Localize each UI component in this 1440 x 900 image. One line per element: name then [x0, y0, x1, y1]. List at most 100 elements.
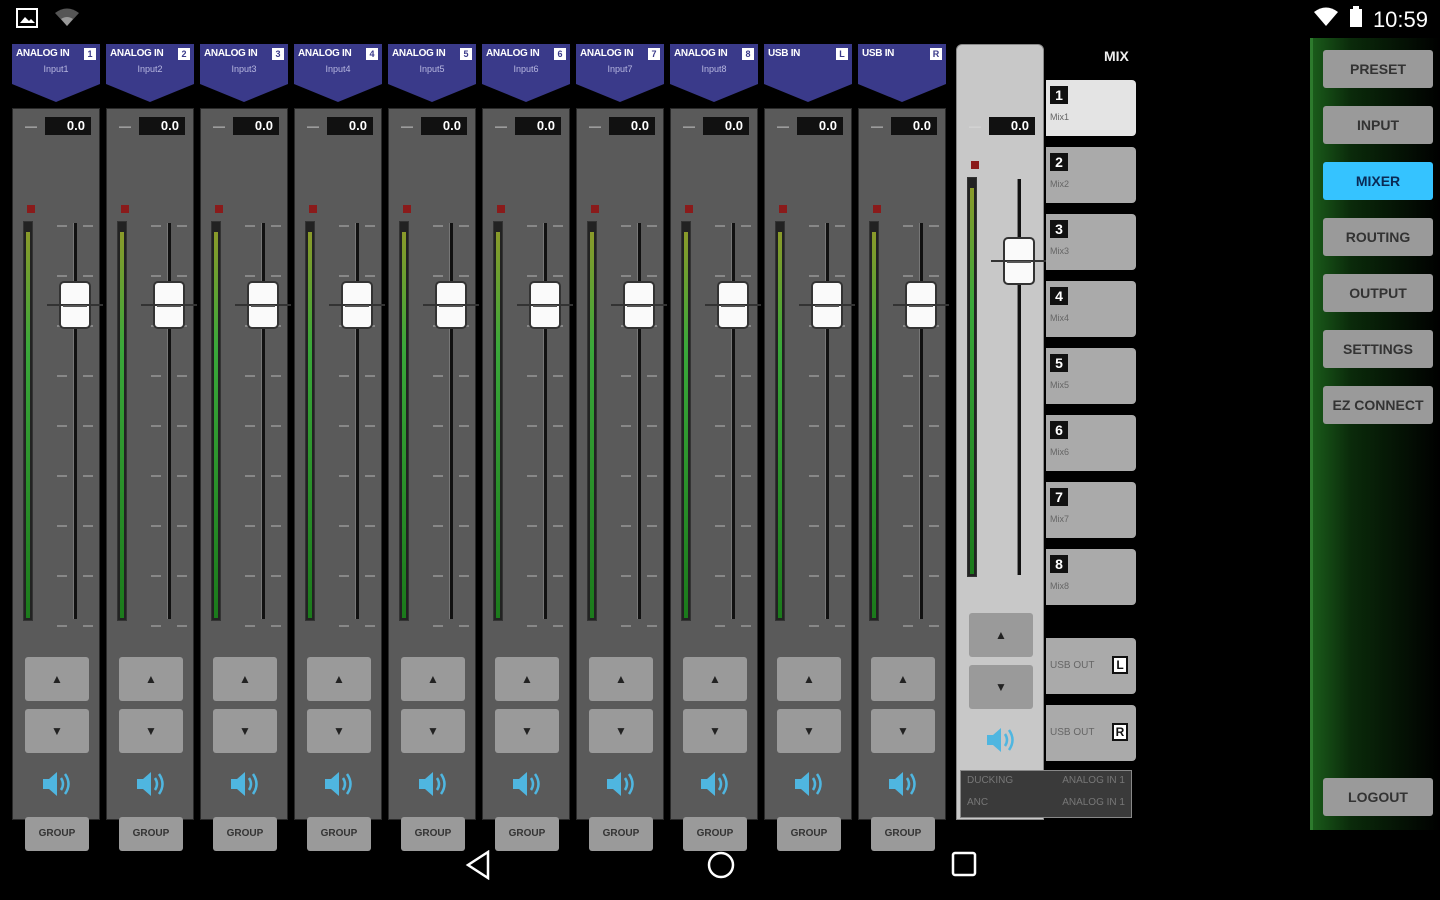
- speaker-icon[interactable]: [321, 769, 357, 799]
- channel-up-button[interactable]: ▲: [307, 657, 371, 701]
- channel-fader[interactable]: [893, 281, 949, 329]
- channel-down-button[interactable]: ▼: [777, 709, 841, 753]
- channel-fader[interactable]: [141, 281, 197, 329]
- channel-down-button[interactable]: ▼: [25, 709, 89, 753]
- channel-tag[interactable]: ANALOG IN 8 Input8: [670, 44, 758, 104]
- channel-fader[interactable]: [517, 281, 573, 329]
- channel-level-value[interactable]: 0.0: [45, 117, 91, 135]
- speaker-icon[interactable]: [39, 769, 75, 799]
- mix-number: 4: [1050, 287, 1068, 305]
- channel-down-button[interactable]: ▼: [495, 709, 559, 753]
- nav-settings-button[interactable]: SETTINGS: [1323, 330, 1433, 368]
- channel-strip: ANALOG IN 4 Input4 — 0.0 ▲ ▼ GROUP: [294, 44, 385, 851]
- master-fader[interactable]: [991, 237, 1047, 285]
- channel-up-button[interactable]: ▲: [213, 657, 277, 701]
- channel-up-button[interactable]: ▲: [683, 657, 747, 701]
- channel-up-button[interactable]: ▲: [119, 657, 183, 701]
- ducking-anc-panel[interactable]: DUCKING ANALOG IN 1 ANC ANALOG IN 1: [960, 770, 1132, 818]
- channel-tag[interactable]: ANALOG IN 3 Input3: [200, 44, 288, 104]
- mix-item[interactable]: 7 Mix7: [1046, 482, 1136, 538]
- channel-tag[interactable]: ANALOG IN 7 Input7: [576, 44, 664, 104]
- usb-out-item[interactable]: USB OUT L: [1046, 638, 1136, 694]
- channel-tag[interactable]: ANALOG IN 5 Input5: [388, 44, 476, 104]
- master-level-value[interactable]: 0.0: [989, 117, 1035, 135]
- status-bar: 10:59: [0, 0, 1440, 40]
- speaker-icon[interactable]: [983, 725, 1019, 755]
- mix-item[interactable]: 6 Mix6: [1046, 415, 1136, 471]
- channel-number: L: [836, 48, 848, 60]
- channel-tag[interactable]: ANALOG IN 2 Input2: [106, 44, 194, 104]
- channel-tag[interactable]: ANALOG IN 6 Input6: [482, 44, 570, 104]
- speaker-icon[interactable]: [697, 769, 733, 799]
- usb-out-label: USB OUT: [1050, 660, 1095, 671]
- mix-label: Mix2: [1050, 179, 1070, 189]
- mix-item[interactable]: 2 Mix2: [1046, 147, 1136, 203]
- channel-fader[interactable]: [235, 281, 291, 329]
- clip-indicator: [971, 161, 979, 169]
- channel-level-value[interactable]: 0.0: [421, 117, 467, 135]
- channel-down-button[interactable]: ▼: [401, 709, 465, 753]
- usb-out-channel: L: [1112, 656, 1128, 674]
- channel-down-button[interactable]: ▼: [119, 709, 183, 753]
- channel-up-button[interactable]: ▲: [401, 657, 465, 701]
- speaker-icon[interactable]: [227, 769, 263, 799]
- channel-level-meter: [493, 221, 503, 621]
- channel-level-value[interactable]: 0.0: [515, 117, 561, 135]
- recents-icon[interactable]: [950, 850, 978, 883]
- logout-button[interactable]: LOGOUT: [1323, 778, 1433, 816]
- speaker-icon[interactable]: [509, 769, 545, 799]
- clip-indicator: [779, 205, 787, 213]
- nav-routing-button[interactable]: ROUTING: [1323, 218, 1433, 256]
- channel-down-button[interactable]: ▼: [589, 709, 653, 753]
- channel-level-value[interactable]: 0.0: [891, 117, 937, 135]
- back-icon[interactable]: [464, 849, 492, 885]
- channel-fader[interactable]: [799, 281, 855, 329]
- mix-item[interactable]: 5 Mix5: [1046, 348, 1136, 404]
- master-up-button[interactable]: ▲: [969, 613, 1033, 657]
- nav-input-button[interactable]: INPUT: [1323, 106, 1433, 144]
- channel-level-value[interactable]: 0.0: [233, 117, 279, 135]
- channel-up-button[interactable]: ▲: [495, 657, 559, 701]
- speaker-icon[interactable]: [133, 769, 169, 799]
- mix-item[interactable]: 3 Mix3: [1046, 214, 1136, 270]
- usb-out-item[interactable]: USB OUT R: [1046, 705, 1136, 761]
- channel-down-button[interactable]: ▼: [683, 709, 747, 753]
- speaker-icon[interactable]: [415, 769, 451, 799]
- speaker-icon[interactable]: [885, 769, 921, 799]
- channel-up-button[interactable]: ▲: [589, 657, 653, 701]
- channel-level-value[interactable]: 0.0: [139, 117, 185, 135]
- channel-down-button[interactable]: ▼: [871, 709, 935, 753]
- channel-fader[interactable]: [329, 281, 385, 329]
- channel-tag[interactable]: ANALOG IN 1 Input1: [12, 44, 100, 104]
- channel-tag[interactable]: USB IN L: [764, 44, 852, 104]
- nav-mixer-button[interactable]: MIXER: [1323, 162, 1433, 200]
- channel-name: ANALOG IN: [392, 48, 446, 59]
- mix-label: Mix4: [1050, 313, 1070, 323]
- nav-ez-connect-button[interactable]: EZ CONNECT: [1323, 386, 1433, 424]
- channel-fader[interactable]: [423, 281, 479, 329]
- channel-up-button[interactable]: ▲: [871, 657, 935, 701]
- speaker-icon[interactable]: [791, 769, 827, 799]
- mix-item[interactable]: 8 Mix8: [1046, 549, 1136, 605]
- channel-fader[interactable]: [47, 281, 103, 329]
- channel-tag[interactable]: USB IN R: [858, 44, 946, 104]
- channel-up-button[interactable]: ▲: [777, 657, 841, 701]
- main-nav: LOGOUT PRESET INPUT MIXER ROUTING OUTPUT SETT…: [1310, 38, 1440, 830]
- home-icon[interactable]: [706, 850, 736, 885]
- channel-fader[interactable]: [611, 281, 667, 329]
- mix-item[interactable]: 1 Mix1: [1046, 80, 1136, 136]
- channel-level-value[interactable]: 0.0: [327, 117, 373, 135]
- channel-level-value[interactable]: 0.0: [703, 117, 749, 135]
- channel-fader[interactable]: [705, 281, 761, 329]
- speaker-icon[interactable]: [603, 769, 639, 799]
- channel-down-button[interactable]: ▼: [307, 709, 371, 753]
- master-down-button[interactable]: ▼: [969, 665, 1033, 709]
- mix-item[interactable]: 4 Mix4: [1046, 281, 1136, 337]
- channel-tag[interactable]: ANALOG IN 4 Input4: [294, 44, 382, 104]
- channel-level-value[interactable]: 0.0: [797, 117, 843, 135]
- channel-down-button[interactable]: ▼: [213, 709, 277, 753]
- nav-preset-button[interactable]: PRESET: [1323, 50, 1433, 88]
- channel-level-value[interactable]: 0.0: [609, 117, 655, 135]
- nav-output-button[interactable]: OUTPUT: [1323, 274, 1433, 312]
- channel-up-button[interactable]: ▲: [25, 657, 89, 701]
